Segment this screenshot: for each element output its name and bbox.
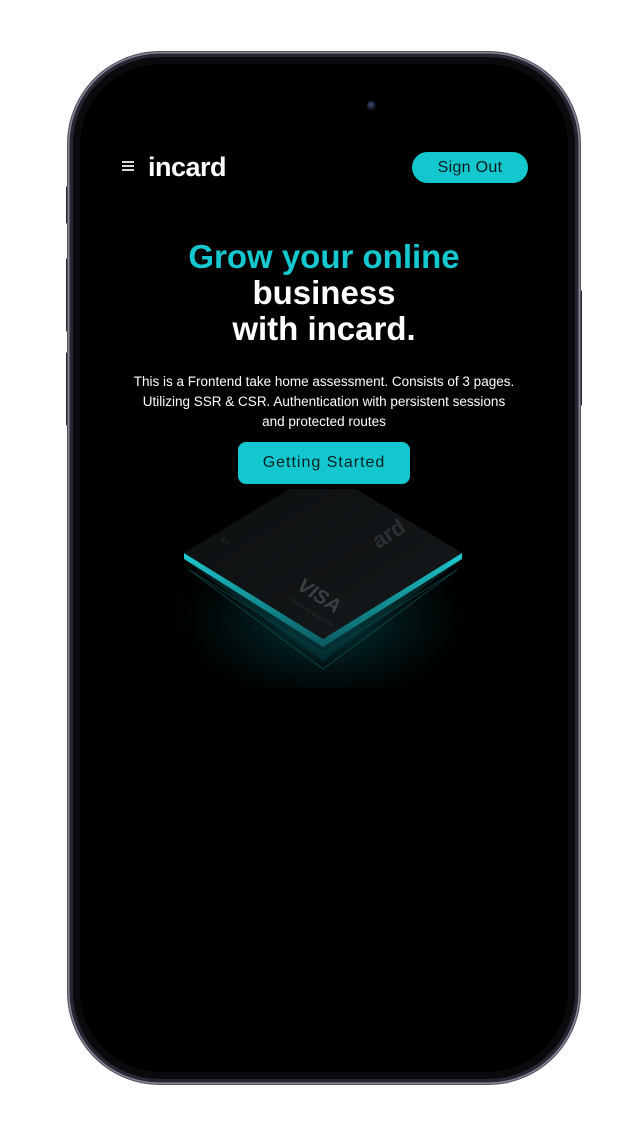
logo-text-suffix: ard: [185, 152, 227, 182]
front-camera-icon: [367, 101, 376, 110]
sign-out-button[interactable]: Sign Out: [412, 152, 528, 183]
logo-text-prefix: in: [148, 152, 172, 182]
hamburger-menu-icon[interactable]: [122, 161, 134, 171]
card-illustration: ard ss VISA Platinum Business: [173, 469, 473, 699]
hero-title-line-2: business: [252, 274, 396, 311]
top-nav: incard Sign Out: [120, 152, 528, 183]
phone-screen: incard Sign Out Grow your online busines…: [80, 64, 568, 1072]
hero-title: Grow your online business with incard.: [80, 239, 568, 347]
incard-logo[interactable]: incard: [148, 152, 227, 182]
stage: incard Sign Out Grow your online busines…: [0, 0, 642, 1129]
card-illustration-svg: ard ss VISA Platinum Business: [173, 469, 473, 699]
getting-started-button[interactable]: Getting Started: [238, 442, 410, 484]
hero-description: This is a Frontend take home assessment.…: [133, 374, 515, 429]
hero-title-line-3: with incard.: [232, 310, 416, 347]
hero-title-accent: Grow your online: [188, 238, 460, 275]
logo-mark: c: [171, 152, 186, 182]
